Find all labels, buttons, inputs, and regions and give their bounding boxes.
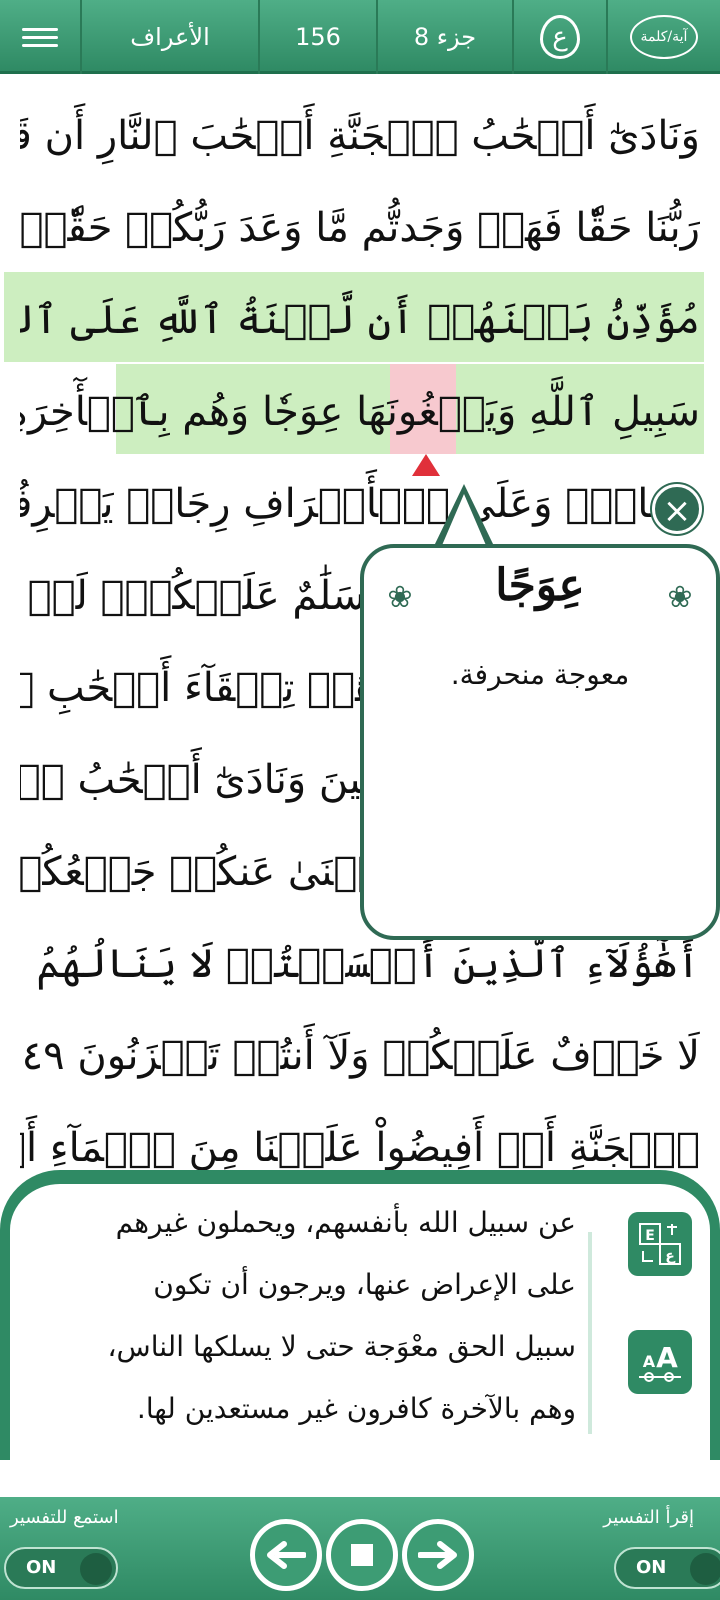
read-tafsir-label: إقرأ التفسير <box>603 1507 694 1528</box>
bottom-bar: استمع للتفسير إقرأ التفسير ON ON <box>0 1497 720 1600</box>
font-size-glyph: A A <box>639 1341 681 1382</box>
toggle-knob <box>80 1553 112 1585</box>
word-meaning-popup: ❀ ❀ عِوَجًا معوجة منحرفة. <box>360 544 720 940</box>
quran-line[interactable]: رَبُّنَا حَقّٗا فَهَلۡ وَجَدتُّم مَّا وَ… <box>20 182 700 274</box>
quran-line[interactable]: مُؤَذِّنُۢ بَيۡنَهُمۡ أَن لَّعۡنَةُ ٱللَ… <box>20 274 700 366</box>
svg-text:ع: ع <box>665 1248 676 1264</box>
tafsir-line: على الإعراض عنها، ويرجون أن تكون <box>153 1268 576 1301</box>
juz-label[interactable]: جزء 8 <box>376 0 512 74</box>
quran-line[interactable]: حِجَابٞۚ وَعَلَى ٱلۡأَعۡرَافِ رِجَالٞ يَ… <box>20 458 700 550</box>
ayah-word-icon: آية/كلمة <box>630 15 698 59</box>
translate-glyph: E ع <box>639 1223 681 1265</box>
ayn-icon: ع <box>540 15 580 59</box>
hamburger-icon[interactable] <box>0 0 80 74</box>
quran-line[interactable]: ٱلۡجَنَّةِ أَنۡ أَفِيضُواْ عَلَيۡنَا مِن… <box>20 1102 700 1172</box>
tafsir-divider <box>588 1232 592 1434</box>
toggle-state: ON <box>636 1557 667 1578</box>
tafsir-panel: عن سبيل الله بأنفسهم، ويحملون غيرهم على … <box>0 1170 720 1460</box>
svg-text:A: A <box>656 1341 678 1374</box>
translate-icon[interactable]: E ع <box>628 1212 692 1276</box>
tafsir-line: سبيل الحق معْوَجة حتى لا يسلكها الناس، <box>107 1330 576 1363</box>
quran-line[interactable]: سَبِيلِ ٱللَّهِ وَيَبۡغُونَهَا عِوَجٗا و… <box>20 366 700 458</box>
arrow-right-icon[interactable] <box>402 1519 474 1591</box>
quran-line[interactable]: لَا خَوۡفٌ عَلَيۡكُمۡ وَلَآ أَنتُمۡ تَحۡ… <box>20 1010 700 1102</box>
arrow-right-glyph <box>418 1541 457 1569</box>
listen-tafsir-label: استمع للتفسير <box>10 1507 119 1528</box>
tafsir-mode-button[interactable]: ع <box>512 0 606 74</box>
quran-line[interactable]: وَنَادَىٰٓ أَصۡحَٰبُ ٱلۡجَنَّةِ أَصۡحَٰب… <box>20 90 700 182</box>
stop-glyph <box>351 1544 373 1566</box>
surah-name[interactable]: الأعراف <box>80 0 258 74</box>
popup-word: عِوَجًا <box>495 560 585 611</box>
toggle-state: ON <box>26 1557 57 1578</box>
arrow-left-glyph <box>267 1541 306 1569</box>
read-tafsir-toggle[interactable]: ON <box>614 1547 720 1589</box>
tafsir-line: عن سبيل الله بأنفسهم، ويحملون غيرهم <box>115 1206 576 1239</box>
tafsir-text[interactable]: عن سبيل الله بأنفسهم، ويحملون غيرهم على … <box>36 1192 576 1440</box>
svg-text:A: A <box>643 1352 656 1371</box>
popup-meaning: معوجة منحرفة. <box>450 658 630 691</box>
page-number[interactable]: 156 <box>258 0 376 74</box>
ayah-word-toggle[interactable]: آية/كلمة <box>606 0 720 74</box>
popup-pointer-inner <box>440 494 488 550</box>
stop-icon[interactable] <box>326 1519 398 1591</box>
top-bar: الأعراف 156 جزء 8 ع آية/كلمة <box>0 0 720 74</box>
font-size-icon[interactable]: A A <box>628 1330 692 1394</box>
toggle-knob <box>690 1553 720 1585</box>
svg-text:E: E <box>645 1228 655 1244</box>
tafsir-line: وهم بالآخرة كافرون غير مستعدين لها. <box>136 1392 576 1425</box>
close-icon[interactable]: × <box>652 484 702 534</box>
listen-tafsir-toggle[interactable]: ON <box>4 1547 118 1589</box>
arrow-left-icon[interactable] <box>250 1519 322 1591</box>
